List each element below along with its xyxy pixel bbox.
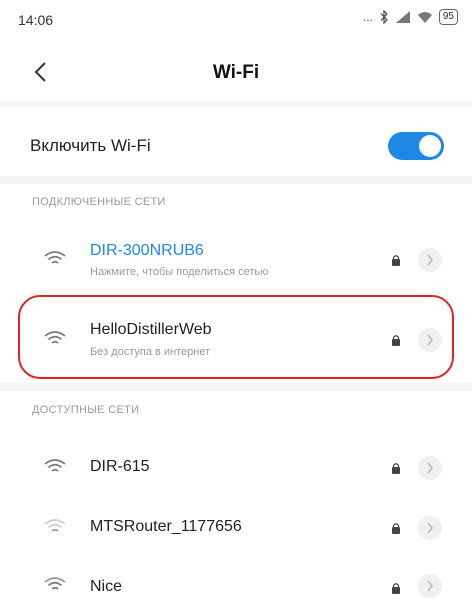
network-row-dir300[interactable]: DIR-300NRUB6 Нажмите, чтобы поделиться с…	[0, 228, 472, 294]
wifi-icon	[44, 577, 66, 590]
network-name: HelloDistillerWeb	[90, 321, 212, 338]
network-name: Nice	[90, 578, 123, 595]
lock-icon	[392, 255, 400, 266]
chevron-right-icon	[427, 462, 434, 474]
status-bar: 14:06 ... 95	[0, 0, 472, 40]
wifi-toggle-switch[interactable]	[388, 132, 444, 160]
lock-icon	[392, 463, 400, 474]
connected-networks-header: ПОДКЛЮЧЕННЫЕ СЕТИ	[32, 196, 166, 208]
network-details-button[interactable]	[418, 574, 442, 598]
network-details-button[interactable]	[418, 328, 442, 352]
wifi-toggle-row[interactable]: Включить Wi-Fi	[0, 106, 472, 176]
toggle-knob	[419, 135, 441, 157]
wifi-icon	[44, 331, 66, 344]
wifi-status-icon	[417, 11, 433, 24]
divider	[0, 383, 472, 391]
status-dots: ...	[362, 10, 373, 24]
network-details-button[interactable]	[418, 456, 442, 480]
bluetooth-icon	[379, 10, 389, 24]
status-time: 14:06	[18, 12, 54, 28]
network-row-mtsrouter[interactable]: MTSRouter_1177656	[0, 500, 472, 554]
network-subtitle: Без доступа в интернет	[90, 346, 211, 358]
wifi-icon	[44, 459, 66, 472]
chevron-right-icon	[427, 522, 434, 534]
available-networks-header: ДОСТУПНЫЕ СЕТИ	[32, 404, 140, 416]
network-details-button[interactable]	[418, 248, 442, 272]
status-icons: ... 95	[363, 9, 458, 25]
page-title: Wi-Fi	[212, 62, 260, 83]
network-name: DIR-615	[90, 458, 150, 475]
lock-icon	[392, 583, 400, 594]
lock-icon	[392, 335, 400, 346]
signal-icon	[395, 10, 411, 24]
battery-icon: 95	[438, 9, 458, 25]
wifi-toggle-label: Включить Wi-Fi	[30, 136, 151, 155]
chevron-right-icon	[427, 254, 434, 266]
network-name: DIR-300NRUB6	[90, 242, 204, 259]
network-row-dir615[interactable]: DIR-615	[0, 440, 472, 494]
network-name: MTSRouter_1177656	[90, 518, 242, 535]
lock-icon	[392, 523, 400, 534]
wifi-weak-icon	[44, 519, 66, 532]
network-details-button[interactable]	[418, 516, 442, 540]
network-subtitle: Нажмите, чтобы поделиться сетью	[90, 266, 269, 278]
chevron-right-icon	[427, 334, 434, 346]
divider	[0, 176, 472, 184]
wifi-icon	[44, 251, 66, 264]
chevron-right-icon	[427, 580, 434, 592]
network-row-hellodistiller[interactable]: HelloDistillerWeb Без доступа в интернет	[0, 306, 472, 372]
header: Wi-Fi	[0, 44, 472, 100]
network-row-nice[interactable]: Nice	[0, 560, 472, 600]
